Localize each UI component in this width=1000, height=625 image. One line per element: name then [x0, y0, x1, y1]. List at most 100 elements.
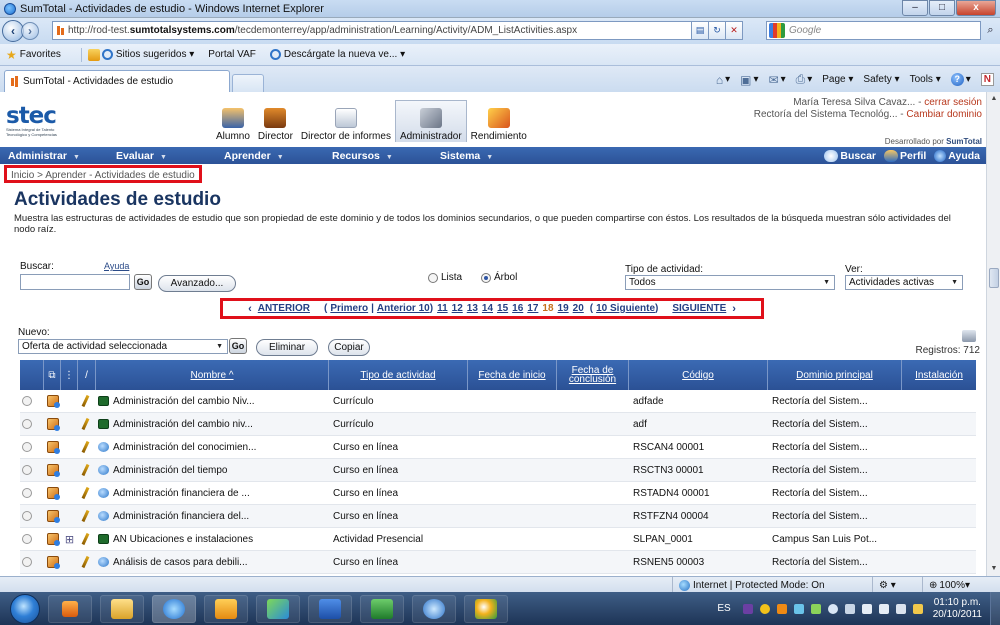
- maximize-button[interactable]: □: [929, 0, 955, 16]
- signal-icon[interactable]: [878, 603, 889, 614]
- activity-icon[interactable]: [46, 464, 60, 477]
- table-row[interactable]: Administración del conocimien... Curso en…: [20, 436, 976, 459]
- network-icon[interactable]: [861, 603, 872, 614]
- activity-name[interactable]: Administración del cambio Niv...: [113, 396, 255, 407]
- row-select-radio[interactable]: [22, 488, 32, 498]
- help-menu[interactable]: ? ▾: [950, 73, 971, 86]
- activity-name[interactable]: Administración financiera de ...: [113, 488, 250, 499]
- buscar-link[interactable]: Buscar: [824, 149, 876, 162]
- row-select-radio[interactable]: [22, 534, 32, 544]
- ayuda-link[interactable]: Ayuda: [934, 149, 980, 162]
- tab-actividades[interactable]: SumTotal - Actividades de estudio: [4, 70, 230, 92]
- fav-sitios-sugeridos[interactable]: Sitios sugeridos ▾: [101, 49, 194, 60]
- menu-administrar[interactable]: Administrar ▼: [8, 150, 108, 162]
- page-link[interactable]: 19: [558, 303, 569, 314]
- table-row[interactable]: ⊞ AN Ubicaciones e instalaciones Actividad…: [20, 528, 976, 551]
- table-row[interactable]: Administración financiera del... Curso en…: [20, 505, 976, 528]
- logout-link[interactable]: cerrar sesión: [924, 97, 982, 108]
- scroll-down-icon[interactable]: ▼: [988, 562, 1000, 576]
- taskbar-ie[interactable]: [152, 594, 196, 623]
- change-domain-link[interactable]: Cambiar dominio: [906, 109, 982, 120]
- table-row[interactable]: Administración financiera de ... Curso en…: [20, 482, 976, 505]
- role-administrador[interactable]: Administrador: [394, 100, 467, 142]
- role-director-informes[interactable]: Director de informes: [297, 100, 395, 142]
- first-page-link[interactable]: Primero: [330, 303, 368, 314]
- start-button[interactable]: [10, 593, 40, 624]
- page-link[interactable]: 16: [512, 303, 523, 314]
- flag-icon[interactable]: [844, 603, 855, 614]
- taskbar-outlook[interactable]: [204, 594, 248, 623]
- onenote-tray-icon[interactable]: [742, 603, 753, 614]
- taskbar-explorer[interactable]: [100, 594, 144, 623]
- print-icon[interactable]: ⎙ ▾: [796, 72, 813, 87]
- taskbar-paint[interactable]: [464, 594, 508, 623]
- feeds-icon[interactable]: ▣ ▾: [740, 73, 758, 87]
- header-type[interactable]: Tipo de actividad: [329, 360, 468, 390]
- tools-menu[interactable]: Tools ▾: [910, 74, 941, 85]
- row-select-radio[interactable]: [22, 557, 32, 567]
- page-link[interactable]: 13: [467, 303, 478, 314]
- new-go-button[interactable]: Go: [229, 338, 247, 354]
- next10-link[interactable]: 10 Siguiente: [596, 303, 655, 314]
- table-row[interactable]: Administración del cambio Niv... Currícul…: [20, 390, 976, 413]
- copy-button[interactable]: Copiar: [328, 339, 370, 356]
- activity-icon[interactable]: [46, 487, 60, 500]
- table-row[interactable]: Análisis de casos para debili... Curso en…: [20, 551, 976, 574]
- volume-icon[interactable]: [895, 603, 906, 614]
- header-domain[interactable]: Dominio principal: [768, 360, 902, 390]
- tree-icon[interactable]: ⊞: [65, 533, 74, 546]
- role-rendimiento[interactable]: Rendimiento: [467, 100, 531, 142]
- new-activity-select[interactable]: Oferta de actividad seleccionada ▼: [18, 339, 228, 354]
- breadcrumb[interactable]: Inicio > Aprender - Actividades de estud…: [4, 165, 202, 183]
- stop-icon[interactable]: ✕: [726, 21, 743, 40]
- onenote-icon[interactable]: N: [980, 73, 994, 86]
- page-link[interactable]: 20: [573, 303, 584, 314]
- clock[interactable]: 01:10 p.m. 20/10/2011: [933, 597, 982, 621]
- minimize-button[interactable]: –: [902, 0, 928, 16]
- fav-portal-vaf[interactable]: Portal VAF: [208, 49, 256, 60]
- page-link[interactable]: 17: [527, 303, 538, 314]
- mail-icon[interactable]: ✉ ▾: [769, 73, 786, 87]
- header-name[interactable]: Nombre ^: [96, 360, 329, 390]
- favorites-button[interactable]: Favorites: [20, 49, 61, 60]
- page-link[interactable]: 14: [482, 303, 493, 314]
- page-link[interactable]: 18: [542, 303, 553, 314]
- search-icon[interactable]: ⌕: [983, 21, 998, 40]
- menu-aprender[interactable]: Aprender ▼: [224, 150, 324, 162]
- table-row[interactable]: Administración del tiempo Curso en línea R…: [20, 459, 976, 482]
- search-box[interactable]: Google: [766, 21, 981, 40]
- search-go-button[interactable]: Go: [134, 274, 152, 290]
- activity-icon[interactable]: [46, 441, 60, 454]
- zoom-control[interactable]: ⊕ 100% ▾: [922, 577, 1000, 593]
- view-list-radio[interactable]: Lista: [428, 272, 462, 283]
- header-start[interactable]: Fecha de inicio: [468, 360, 557, 390]
- activity-name[interactable]: Administración del conocimien...: [113, 442, 256, 453]
- edit-icon[interactable]: [81, 463, 90, 477]
- row-select-radio[interactable]: [22, 442, 32, 452]
- role-alumno[interactable]: Alumno: [212, 100, 254, 142]
- row-select-radio[interactable]: [22, 465, 32, 475]
- edit-icon[interactable]: [81, 486, 90, 500]
- edit-icon[interactable]: [81, 532, 90, 546]
- activity-icon[interactable]: [46, 556, 60, 569]
- delete-button[interactable]: Eliminar: [256, 339, 318, 356]
- menu-recursos[interactable]: Recursos ▼: [332, 150, 432, 162]
- compat-view-icon[interactable]: ▤: [692, 21, 709, 40]
- tray-icon-blue[interactable]: [793, 603, 804, 614]
- edit-icon[interactable]: [81, 394, 90, 408]
- new-tab-button[interactable]: [232, 74, 264, 92]
- activity-icon[interactable]: [46, 418, 60, 431]
- header-end[interactable]: Fecha de conclusión: [557, 360, 629, 390]
- activity-name[interactable]: Análisis de casos para debili...: [113, 557, 248, 568]
- page-link[interactable]: 11: [437, 303, 448, 314]
- activity-icon[interactable]: [46, 395, 60, 408]
- tray-icon-white[interactable]: [827, 603, 838, 614]
- prev10-link[interactable]: Anterior 10: [377, 303, 430, 314]
- protected-mode-icon[interactable]: ⚙ ▾: [872, 577, 922, 593]
- edit-icon[interactable]: [81, 417, 90, 431]
- forward-button[interactable]: ›: [21, 22, 39, 40]
- taskbar-itunes[interactable]: [412, 594, 456, 623]
- activity-name[interactable]: Administración financiera del...: [113, 511, 249, 522]
- taskbar-excel[interactable]: [360, 594, 404, 623]
- activity-name[interactable]: AN Ubicaciones e instalaciones: [113, 534, 253, 545]
